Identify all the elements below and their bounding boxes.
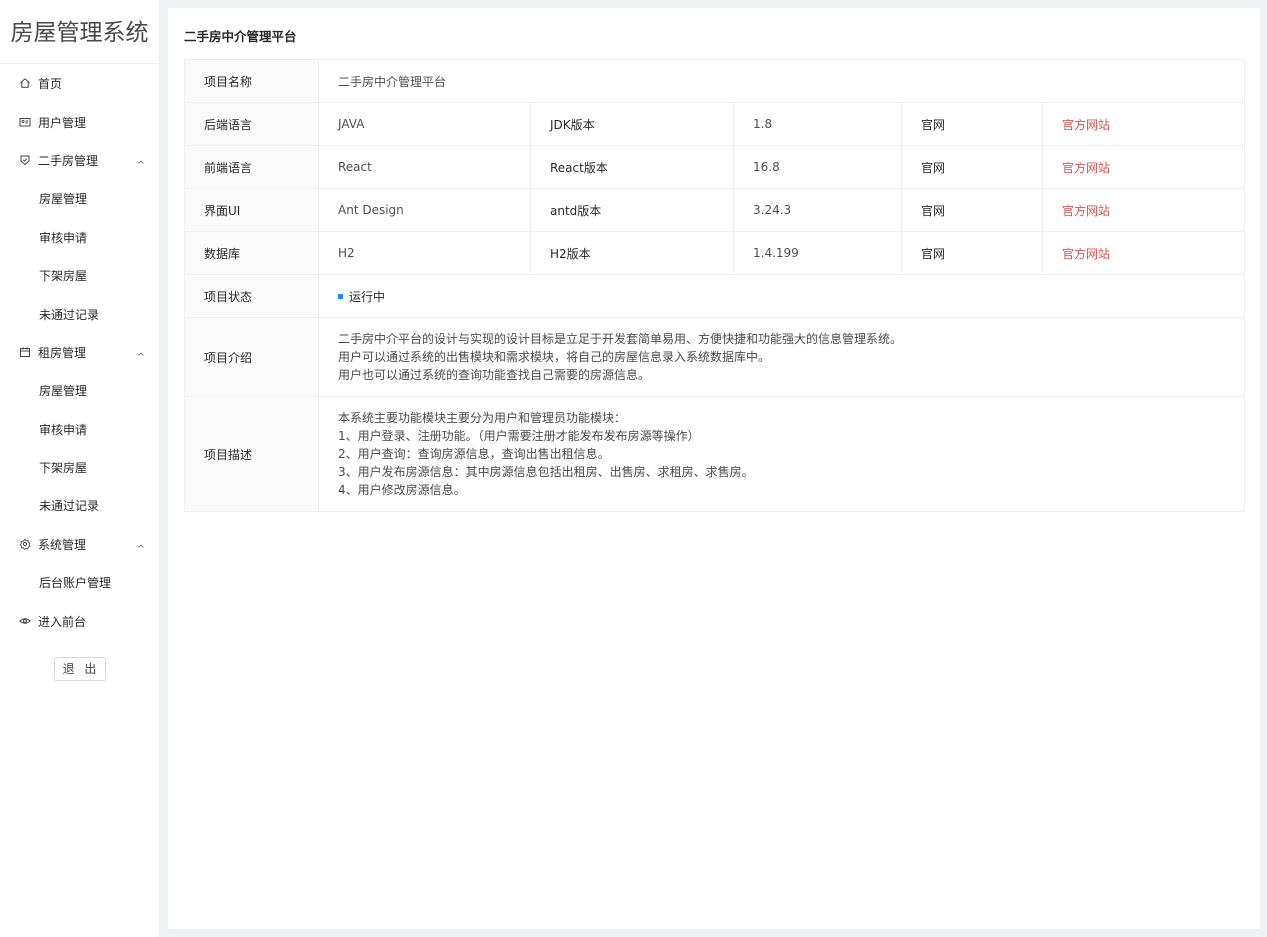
project-name-label: 项目名称 [184, 59, 319, 103]
sidebar-item-rental[interactable]: 租房管理 [0, 333, 159, 371]
table-row: 项目介绍 二手房中介平台的设计与实现的设计目标是立足于开发套简单易用、方便快捷和… [184, 317, 1246, 397]
ui-version-value: 3.24.3 [733, 188, 902, 232]
description-line: 4、用户修改房源信息。 [338, 483, 466, 497]
sidebar-item-rental-review[interactable]: 审核申请 [0, 410, 159, 448]
database-label: 数据库 [184, 231, 319, 275]
table-row: 项目名称 二手房中介管理平台 [184, 59, 1246, 103]
table-row: 项目描述 本系统主要功能模块主要分为用户和管理员功能模块： 1、用户登录、注册功… [184, 396, 1246, 512]
sidebar-item-label: 进入前台 [38, 614, 87, 629]
database-version-label: H2版本 [530, 231, 734, 275]
sidebar-item-home[interactable]: 首页 [0, 64, 159, 102]
sidebar-item-frontend[interactable]: 进入前台 [0, 602, 159, 640]
app-title: 房屋管理系统 [0, 0, 159, 64]
frontend-site-link[interactable]: 官方网站 [1041, 145, 1246, 189]
intro-label: 项目介绍 [184, 317, 319, 397]
eye-icon [19, 615, 31, 627]
gear-icon [19, 538, 31, 550]
status-indicator [338, 293, 343, 299]
frontend-version-value: 16.8 [733, 145, 902, 189]
project-name-value: 二手房中介管理平台 [317, 59, 1246, 103]
frontend-version-label: React版本 [530, 145, 734, 189]
sidebar-item-secondhand-offshelf[interactable]: 下架房屋 [0, 256, 159, 294]
intro-line: 二手房中介平台的设计与实现的设计目标是立足于开发套简单易用、方便快捷和功能强大的… [338, 332, 903, 346]
sidebar-item-label: 审核申请 [39, 230, 88, 245]
ui-version-label: antd版本 [530, 188, 734, 232]
page-title: 二手房中介管理平台 [184, 29, 297, 44]
sidebar-item-secondhand-rejected[interactable]: 未通过记录 [0, 295, 159, 333]
ui-label: 界面UI [184, 188, 319, 232]
sidebar-item-label: 首页 [38, 76, 63, 91]
ui-value: Ant Design [318, 188, 531, 232]
description-line: 本系统主要功能模块主要分为用户和管理员功能模块： [338, 411, 627, 425]
backend-label: 后端语言 [184, 102, 319, 146]
sidebar-item-rental-rejected[interactable]: 未通过记录 [0, 486, 159, 524]
home-icon [19, 77, 31, 89]
frontend-value: React [318, 145, 531, 189]
frontend-site-label: 官网 [901, 145, 1043, 189]
status-cell: 运行中 [317, 274, 1246, 318]
project-descriptions-table: 项目名称 二手房中介管理平台 后端语言 JAVA JDK版本 1.8 官网 官方… [184, 59, 1246, 512]
sidebar-item-label: 后台账户管理 [39, 575, 112, 590]
database-site-link[interactable]: 官方网站 [1041, 231, 1246, 275]
backend-value: JAVA [318, 102, 531, 146]
chevron-up-icon [137, 539, 145, 548]
sidebar-item-admin-accounts[interactable]: 后台账户管理 [0, 563, 159, 601]
table-row: 项目状态 运行中 [184, 274, 1246, 318]
sidebar: 房屋管理系统 首页 用户管理 二手房管理 房屋管理 审核申请 下架房屋 未通过记… [0, 0, 160, 937]
main-content: 二手房中介管理平台 项目名称 二手房中介管理平台 后端语言 JAVA JDK版本… [168, 8, 1260, 929]
sidebar-item-label: 用户管理 [38, 115, 87, 130]
description-label: 项目描述 [184, 396, 319, 512]
database-version-value: 1.4.199 [733, 231, 902, 275]
table-row: 数据库 H2 H2版本 1.4.199 官网 官方网站 [184, 231, 1246, 275]
sidebar-item-label: 房屋管理 [39, 191, 88, 206]
sidebar-item-rental-offshelf[interactable]: 下架房屋 [0, 448, 159, 486]
backend-site-label: 官网 [901, 102, 1043, 146]
chevron-up-icon [137, 347, 145, 356]
backend-version-label: JDK版本 [530, 102, 734, 146]
backend-site-link[interactable]: 官方网站 [1041, 102, 1246, 146]
ui-site-link[interactable]: 官方网站 [1041, 188, 1246, 232]
database-value: H2 [318, 231, 531, 275]
intro-cell: 二手房中介平台的设计与实现的设计目标是立足于开发套简单易用、方便快捷和功能强大的… [317, 317, 1246, 397]
intro-line: 用户可以通过系统的出售模块和需求模块，将自己的房屋信息录入系统数据库中。 [338, 350, 771, 364]
sidebar-item-label: 未通过记录 [39, 498, 100, 513]
description-line: 3、用户发布房源信息：其中房源信息包括出租房、出售房、求租房、求售房。 [338, 465, 754, 479]
sidebar-item-secondhand[interactable]: 二手房管理 [0, 141, 159, 179]
sidebar-item-label: 审核申请 [39, 422, 88, 437]
sidebar-item-secondhand-review[interactable]: 审核申请 [0, 218, 159, 256]
table-row: 界面UI Ant Design antd版本 3.24.3 官网 官方网站 [184, 188, 1246, 232]
shield-icon [19, 154, 31, 166]
database-site-label: 官网 [901, 231, 1043, 275]
calendar-icon [19, 346, 31, 358]
sidebar-item-label: 下架房屋 [39, 460, 88, 475]
intro-line: 用户也可以通过系统的查询功能查找自己需要的房源信息。 [338, 368, 651, 382]
frontend-label: 前端语言 [184, 145, 319, 189]
sidebar-item-label: 下架房屋 [39, 268, 88, 283]
idcard-icon [19, 116, 31, 128]
logout-button[interactable]: 退 出 [54, 657, 106, 681]
sidebar-item-secondhand-houses[interactable]: 房屋管理 [0, 179, 159, 217]
sidebar-item-label: 系统管理 [38, 537, 87, 552]
sidebar-item-rental-houses[interactable]: 房屋管理 [0, 371, 159, 409]
table-row: 前端语言 React React版本 16.8 官网 官方网站 [184, 145, 1246, 189]
status-label: 项目状态 [184, 274, 319, 318]
status-badge: 运行中 [349, 289, 386, 304]
sidebar-item-label: 二手房管理 [38, 153, 99, 168]
description-line: 2、用户查询：查询房源信息，查询出售出租信息。 [338, 447, 610, 461]
table-row: 后端语言 JAVA JDK版本 1.8 官网 官方网站 [184, 102, 1246, 146]
backend-version-value: 1.8 [733, 102, 902, 146]
sidebar-item-system[interactable]: 系统管理 [0, 525, 159, 563]
sidebar-item-label: 未通过记录 [39, 307, 100, 322]
description-line: 1、用户登录、注册功能。（用户需要注册才能发布发布房源等操作） [338, 429, 700, 443]
description-cell: 本系统主要功能模块主要分为用户和管理员功能模块： 1、用户登录、注册功能。（用户… [317, 396, 1246, 512]
chevron-up-icon [137, 155, 145, 164]
ui-site-label: 官网 [901, 188, 1043, 232]
sidebar-item-label: 租房管理 [38, 345, 87, 360]
sidebar-item-users[interactable]: 用户管理 [0, 103, 159, 141]
sidebar-item-label: 房屋管理 [39, 383, 88, 398]
